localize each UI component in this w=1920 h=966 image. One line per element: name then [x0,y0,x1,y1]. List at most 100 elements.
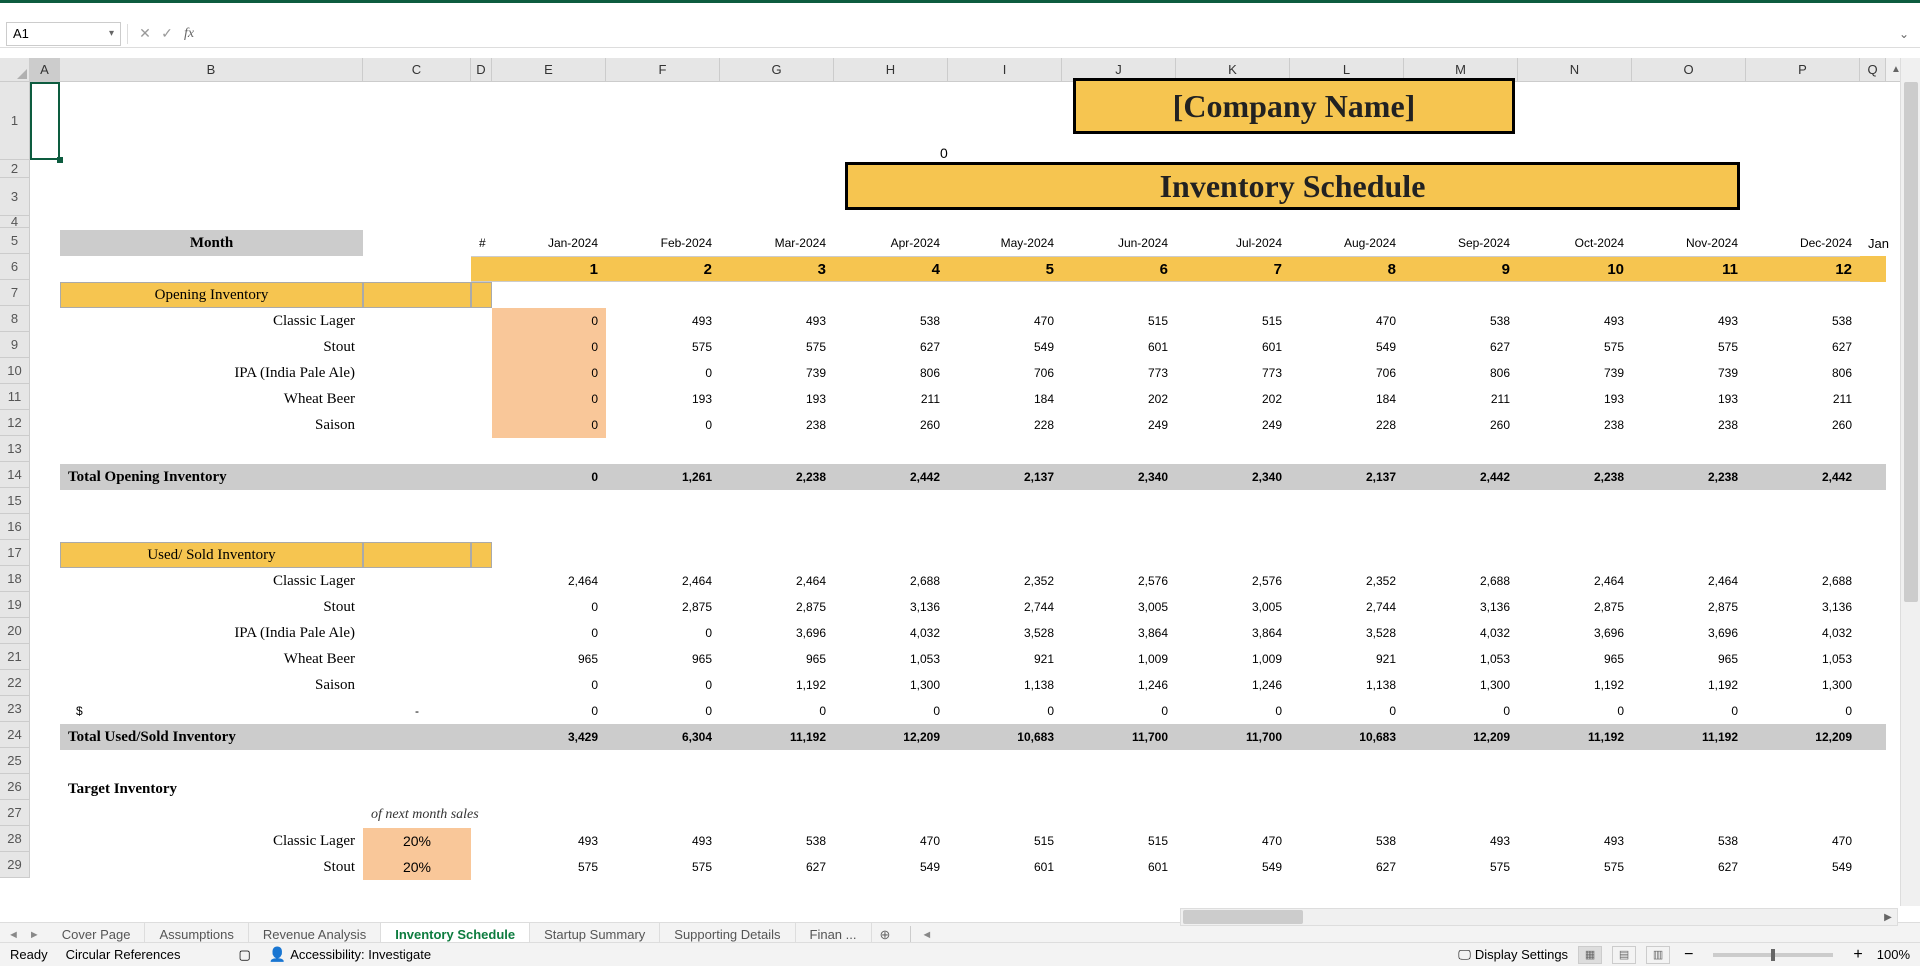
row-header-14[interactable]: 14 [0,462,30,488]
opening-inventory-header: Opening Inventory [60,282,363,308]
add-sheet-button[interactable]: ⊕ [872,927,899,943]
row-header-21[interactable]: 21 [0,644,30,670]
col-header-E[interactable]: E [492,58,606,81]
of-next-month-note: of next month sales [363,802,495,828]
fill-handle[interactable] [57,157,63,163]
row-header-15[interactable]: 15 [0,488,30,514]
row-header-7[interactable]: 7 [0,280,30,306]
horizontal-scrollbar[interactable]: ▶ [1180,908,1898,926]
month-col-1: Feb-2024 [606,230,720,256]
row-header-29[interactable]: 29 [0,852,30,878]
col-header-G[interactable]: G [720,58,834,81]
zoom-out-button[interactable]: − [1680,946,1697,964]
divider [127,24,128,44]
select-all-cell[interactable] [0,58,30,81]
used-item-0: Classic Lager [60,568,363,594]
active-cell-outline [30,82,60,160]
name-box[interactable]: A1 ▾ [6,22,121,46]
row-header-9[interactable]: 9 [0,332,30,358]
app-top-border [0,0,1920,3]
view-page-layout-button[interactable]: ▤ [1612,946,1636,964]
month-col-11: Dec-2024 [1746,230,1860,256]
row-header-6[interactable]: 6 [0,254,30,280]
row-header-16[interactable]: 16 [0,514,30,540]
col-header-P[interactable]: P [1746,58,1860,81]
tab-nav-next-icon[interactable]: ► [29,929,40,941]
col-header-Q[interactable]: Q [1860,58,1886,81]
name-box-dropdown-icon[interactable]: ▾ [109,28,114,39]
row-header-8[interactable]: 8 [0,306,30,332]
company-name-box: [Company Name] [1073,78,1515,134]
zoom-in-button[interactable]: + [1849,946,1866,964]
row-header-12[interactable]: 12 [0,410,30,436]
opening-item-0: Classic Lager [60,308,363,334]
target-item-0: Classic Lager [60,828,363,854]
total-used-label: Total Used/Sold Inventory [60,724,363,750]
row-header-5[interactable]: 5 [0,228,30,254]
tab-nav-buttons[interactable]: ◄ ► [0,929,48,941]
column-headers: A B C D E F G H I J K L M N O P Q ▲ [0,58,1920,82]
target-item-1: Stout [60,854,363,880]
total-opening-label: Total Opening Inventory [60,464,363,490]
opening-item-1: Stout [60,334,363,360]
row-header-2[interactable]: 2 [0,160,30,178]
row-header-28[interactable]: 28 [0,826,30,852]
tab-scroll-left-icon[interactable]: ◄ [917,929,936,941]
col-header-B[interactable]: B [60,58,363,81]
row-header-25[interactable]: 25 [0,748,30,774]
macro-record-icon[interactable]: ▢ [238,947,250,963]
row-header-22[interactable]: 22 [0,670,30,696]
month-col-7: Aug-2024 [1290,230,1404,256]
row-header-11[interactable]: 11 [0,384,30,410]
row-headers: 1234567891011121314151617181920212223242… [0,82,30,878]
row-header-18[interactable]: 18 [0,566,30,592]
col-header-N[interactable]: N [1518,58,1632,81]
month-col-9: Oct-2024 [1518,230,1632,256]
hash-label: # [471,230,492,256]
hscroll-right-icon[interactable]: ▶ [1879,912,1897,923]
zoom-level[interactable]: 100% [1877,947,1910,962]
row-header-17[interactable]: 17 [0,540,30,566]
col-header-C[interactable]: C [363,58,471,81]
row-header-20[interactable]: 20 [0,618,30,644]
col-header-I[interactable]: I [948,58,1062,81]
col-header-O[interactable]: O [1632,58,1746,81]
status-accessibility[interactable]: Accessibility: Investigate [290,947,431,962]
cancel-icon[interactable]: ✕ [134,23,156,45]
used-item-2: IPA (India Pale Ale) [60,620,363,646]
formula-input[interactable] [200,22,1894,46]
formula-bar-expand-icon[interactable]: ⌄ [1894,27,1914,41]
row-header-24[interactable]: 24 [0,722,30,748]
col-header-D[interactable]: D [471,58,492,81]
row-header-1[interactable]: 1 [0,82,30,160]
row-header-3[interactable]: 3 [0,178,30,216]
display-settings-label[interactable]: Display Settings [1475,947,1568,962]
col-header-F[interactable]: F [606,58,720,81]
page-title-box: Inventory Schedule [845,162,1740,210]
zoom-slider[interactable] [1713,953,1833,957]
row-header-27[interactable]: 27 [0,800,30,826]
col-header-H[interactable]: H [834,58,948,81]
row-header-4[interactable]: 4 [0,216,30,228]
month-col-5: Jun-2024 [1062,230,1176,256]
opening-item-4: Saison [60,412,363,438]
view-normal-button[interactable]: ▦ [1578,946,1602,964]
name-box-text: A1 [13,26,109,41]
vertical-scrollbar[interactable] [1900,58,1920,906]
month-col-2: Mar-2024 [720,230,834,256]
status-ready: Ready [10,947,48,962]
vscroll-thumb[interactable] [1904,82,1918,602]
row-header-13[interactable]: 13 [0,436,30,462]
tab-nav-prev-icon[interactable]: ◄ [8,929,19,941]
used-item-4: Saison [60,672,363,698]
hscroll-thumb[interactable] [1183,910,1303,924]
row-header-23[interactable]: 23 [0,696,30,722]
status-circular-refs: Circular References [66,947,181,962]
row-header-19[interactable]: 19 [0,592,30,618]
row-header-10[interactable]: 10 [0,358,30,384]
enter-icon[interactable]: ✓ [156,23,178,45]
col-header-A[interactable]: A [30,58,60,81]
row-header-26[interactable]: 26 [0,774,30,800]
view-page-break-button[interactable]: ▥ [1646,946,1670,964]
fx-icon[interactable]: fx [178,23,200,45]
